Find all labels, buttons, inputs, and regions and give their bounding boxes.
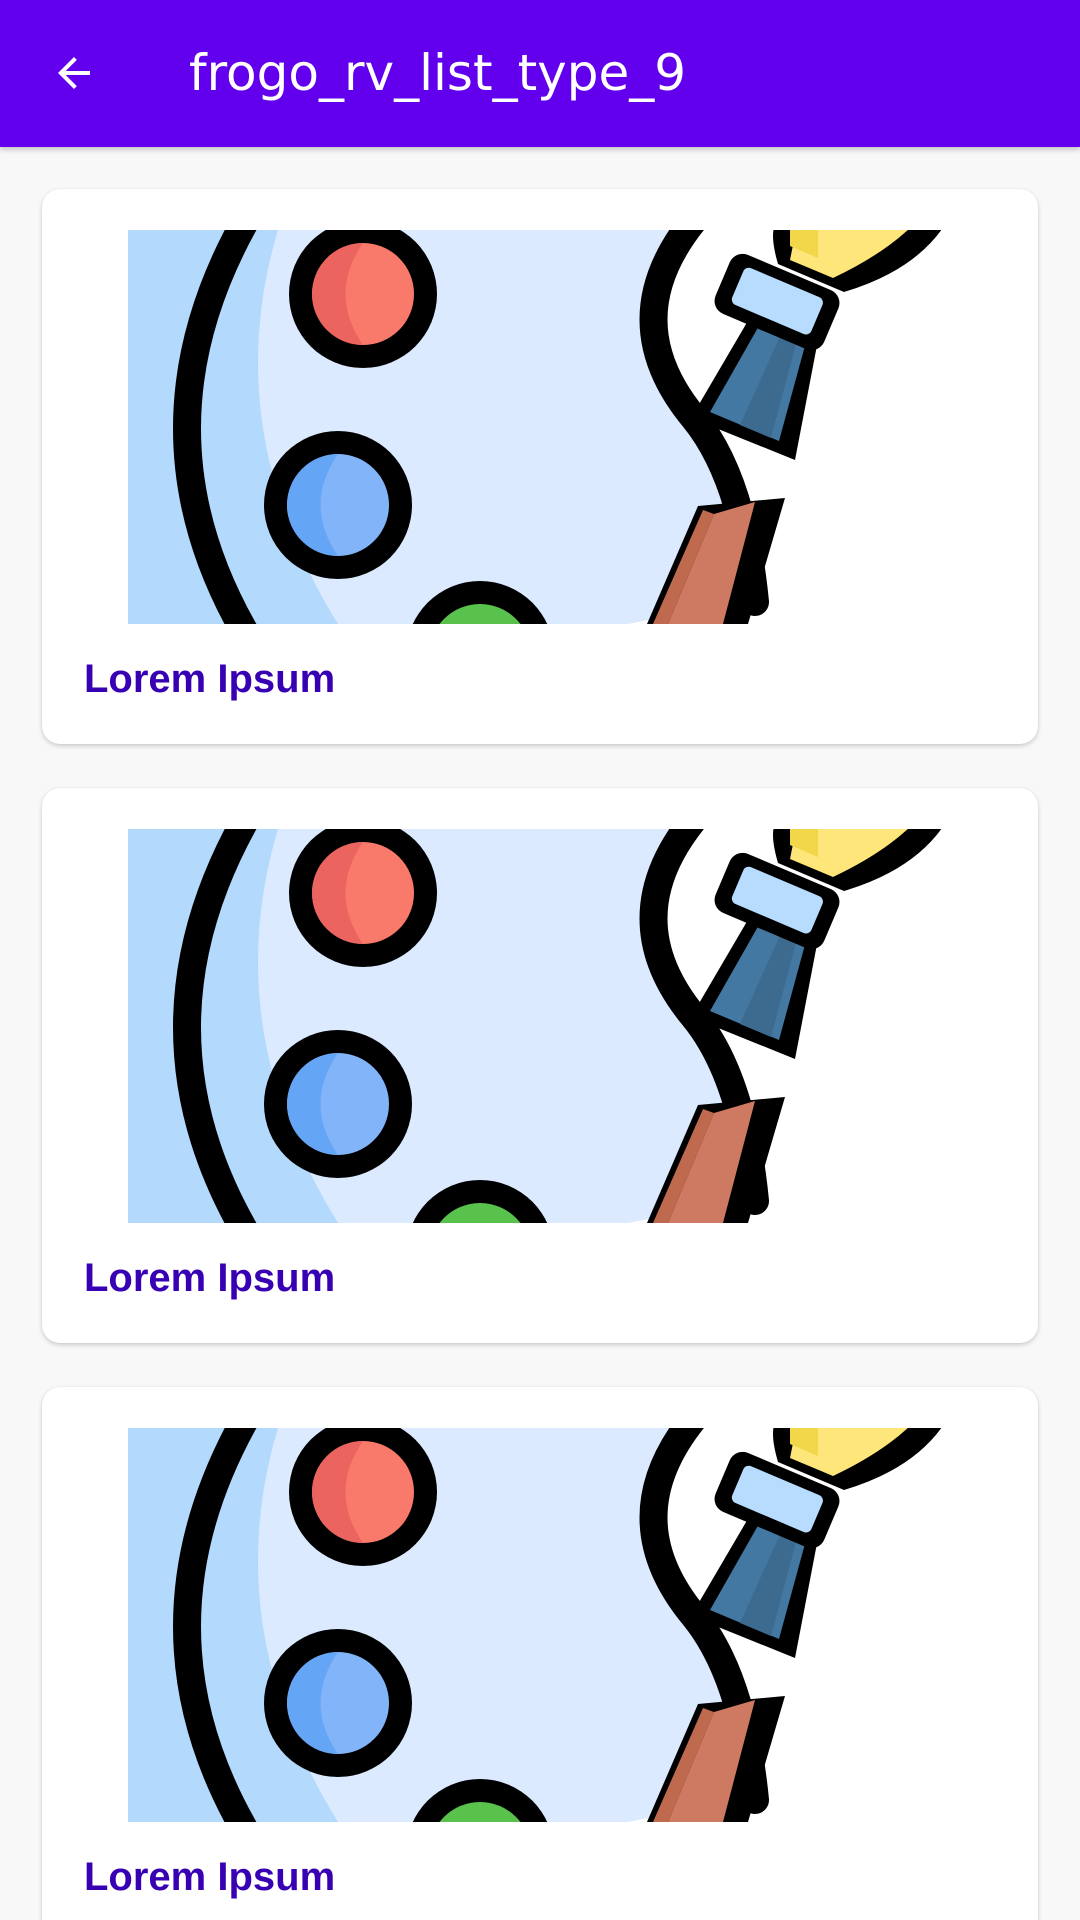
list-item-card[interactable]: Lorem Ipsum: [42, 788, 1038, 1343]
list-item-card[interactable]: Lorem Ipsum: [42, 1387, 1038, 1920]
list-item-label: Lorem Ipsum: [84, 1855, 336, 1899]
paint-palette-brush-image: [83, 1428, 1018, 1822]
paint-palette-brush-image: [83, 829, 1018, 1223]
arrow-back-icon: [58, 57, 90, 89]
list-item-label: Lorem Ipsum: [84, 1256, 336, 1300]
paint-palette-brush-image: [83, 230, 1018, 624]
list-item-card[interactable]: Lorem Ipsum: [42, 189, 1038, 744]
back-button[interactable]: [34, 33, 114, 113]
page-title: frogo_rv_list_type_9: [189, 44, 687, 102]
list-item-label: Lorem Ipsum: [84, 657, 336, 701]
app-bar: frogo_rv_list_type_9: [0, 0, 1080, 147]
recycler-list[interactable]: Lorem Ipsum Lorem Ipsum Lorem Ipsum: [0, 147, 1080, 1920]
